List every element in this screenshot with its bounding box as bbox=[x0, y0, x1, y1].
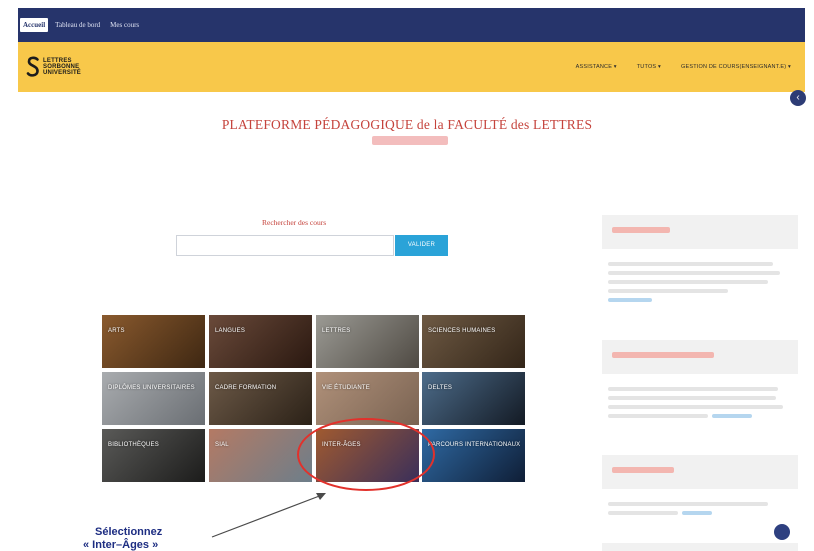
course-tile[interactable]: DIPLÔMES UNIVERSITAIRES bbox=[102, 372, 205, 425]
course-tile-image bbox=[316, 315, 419, 368]
sidebar-block-2-text bbox=[608, 387, 788, 423]
search-submit-button[interactable]: VALIDER bbox=[395, 235, 448, 256]
course-tile-image bbox=[102, 429, 205, 482]
tab-accueil[interactable]: Accueil bbox=[20, 18, 49, 32]
sidebar-block-4-header bbox=[602, 543, 798, 551]
sidebar-block-1-header bbox=[602, 215, 798, 249]
tab-tableau-de-bord[interactable]: Tableau de bord bbox=[52, 18, 103, 32]
course-tile-label: SCIENCES HUMAINES bbox=[428, 328, 496, 334]
course-tile-label: LETTRES bbox=[322, 328, 351, 334]
course-tile-label: DELTES bbox=[428, 385, 453, 391]
course-tile-image bbox=[422, 315, 525, 368]
annotation-line-2: « Inter–Âges » bbox=[83, 539, 159, 551]
course-tile-image bbox=[102, 372, 205, 425]
sidebar-block-1-title bbox=[612, 227, 670, 233]
course-tile-label: LANGUES bbox=[215, 328, 246, 334]
nav-assistance[interactable]: ASSISTANCE ▾ bbox=[576, 64, 617, 70]
course-tile-label: VIE ÉTUDIANTE bbox=[322, 385, 370, 391]
drawer-toggle-button[interactable]: ‹ bbox=[790, 90, 806, 106]
site-logo[interactable]: LETTRES SORBONNE UNIVERSITÉ bbox=[26, 56, 81, 78]
course-tile[interactable]: SCIENCES HUMAINES bbox=[422, 315, 525, 368]
top-tabs: Accueil Tableau de bord Mes cours bbox=[20, 18, 142, 32]
brand-header: LETTRES SORBONNE UNIVERSITÉ ASSISTANCE ▾… bbox=[18, 42, 805, 92]
course-tile-image bbox=[102, 315, 205, 368]
sidebar-block-3-link[interactable] bbox=[682, 511, 712, 515]
course-tile[interactable]: BIBLIOTHÈQUES bbox=[102, 429, 205, 482]
course-tile[interactable]: ARTS bbox=[102, 315, 205, 368]
nav-gestion-de-cours[interactable]: GESTION DE COURS(ENSEIGNANT.E) ▾ bbox=[681, 64, 791, 70]
annotation-callout: Sélectionnez « Inter–Âges » bbox=[83, 526, 163, 551]
sidebar-block-3-title bbox=[612, 467, 674, 473]
search-label: Rechercher des cours bbox=[262, 218, 327, 227]
course-tile[interactable]: LETTRES bbox=[316, 315, 419, 368]
course-tile-image bbox=[422, 429, 525, 482]
course-tile[interactable]: LANGUES bbox=[209, 315, 312, 368]
page-subtitle-blurred bbox=[372, 136, 448, 145]
floating-action-button[interactable] bbox=[774, 524, 790, 540]
sidebar-block-2-title bbox=[612, 352, 714, 358]
course-tile[interactable]: PARCOURS INTERNATIONAUX bbox=[422, 429, 525, 482]
sidebar-block-1-text bbox=[608, 262, 788, 307]
highlight-ellipse bbox=[297, 418, 435, 491]
course-tile-label: PARCOURS INTERNATIONAUX bbox=[428, 442, 521, 448]
course-tile-image bbox=[422, 372, 525, 425]
course-tile-label: BIBLIOTHÈQUES bbox=[108, 442, 159, 448]
course-tile-label: SIAL bbox=[215, 442, 229, 448]
top-navbar: Accueil Tableau de bord Mes cours bbox=[18, 8, 805, 42]
course-tile[interactable]: DELTES bbox=[422, 372, 525, 425]
search-input[interactable] bbox=[176, 235, 394, 256]
main-nav: ASSISTANCE ▾ TUTOS ▾ GESTION DE COURS(EN… bbox=[576, 64, 791, 70]
logo-s-icon bbox=[26, 56, 39, 77]
course-tile[interactable]: CADRE FORMATION bbox=[209, 372, 312, 425]
course-tile-label: DIPLÔMES UNIVERSITAIRES bbox=[108, 385, 195, 391]
nav-tutos[interactable]: TUTOS ▾ bbox=[637, 64, 661, 70]
course-tile-label: CADRE FORMATION bbox=[215, 385, 277, 391]
chevron-left-icon: ‹ bbox=[796, 92, 800, 103]
course-tile-label: ARTS bbox=[108, 328, 125, 334]
sidebar-block-2-header bbox=[602, 340, 798, 374]
logo-text: LETTRES SORBONNE UNIVERSITÉ bbox=[43, 58, 81, 76]
logo-line-3: UNIVERSITÉ bbox=[43, 70, 82, 76]
sidebar-block-3-text bbox=[608, 502, 788, 520]
page-title: PLATEFORME PÉDAGOGIQUE de la FACULTÉ des… bbox=[221, 117, 593, 132]
sidebar-block-2-link[interactable] bbox=[712, 414, 752, 418]
course-tile-image bbox=[209, 315, 312, 368]
tab-mes-cours[interactable]: Mes cours bbox=[107, 18, 142, 32]
sidebar-block-3-header bbox=[602, 455, 798, 489]
course-tile-image bbox=[209, 372, 312, 425]
sidebar-block-1-link[interactable] bbox=[608, 298, 652, 302]
annotation-line-1: Sélectionnez bbox=[95, 526, 163, 538]
